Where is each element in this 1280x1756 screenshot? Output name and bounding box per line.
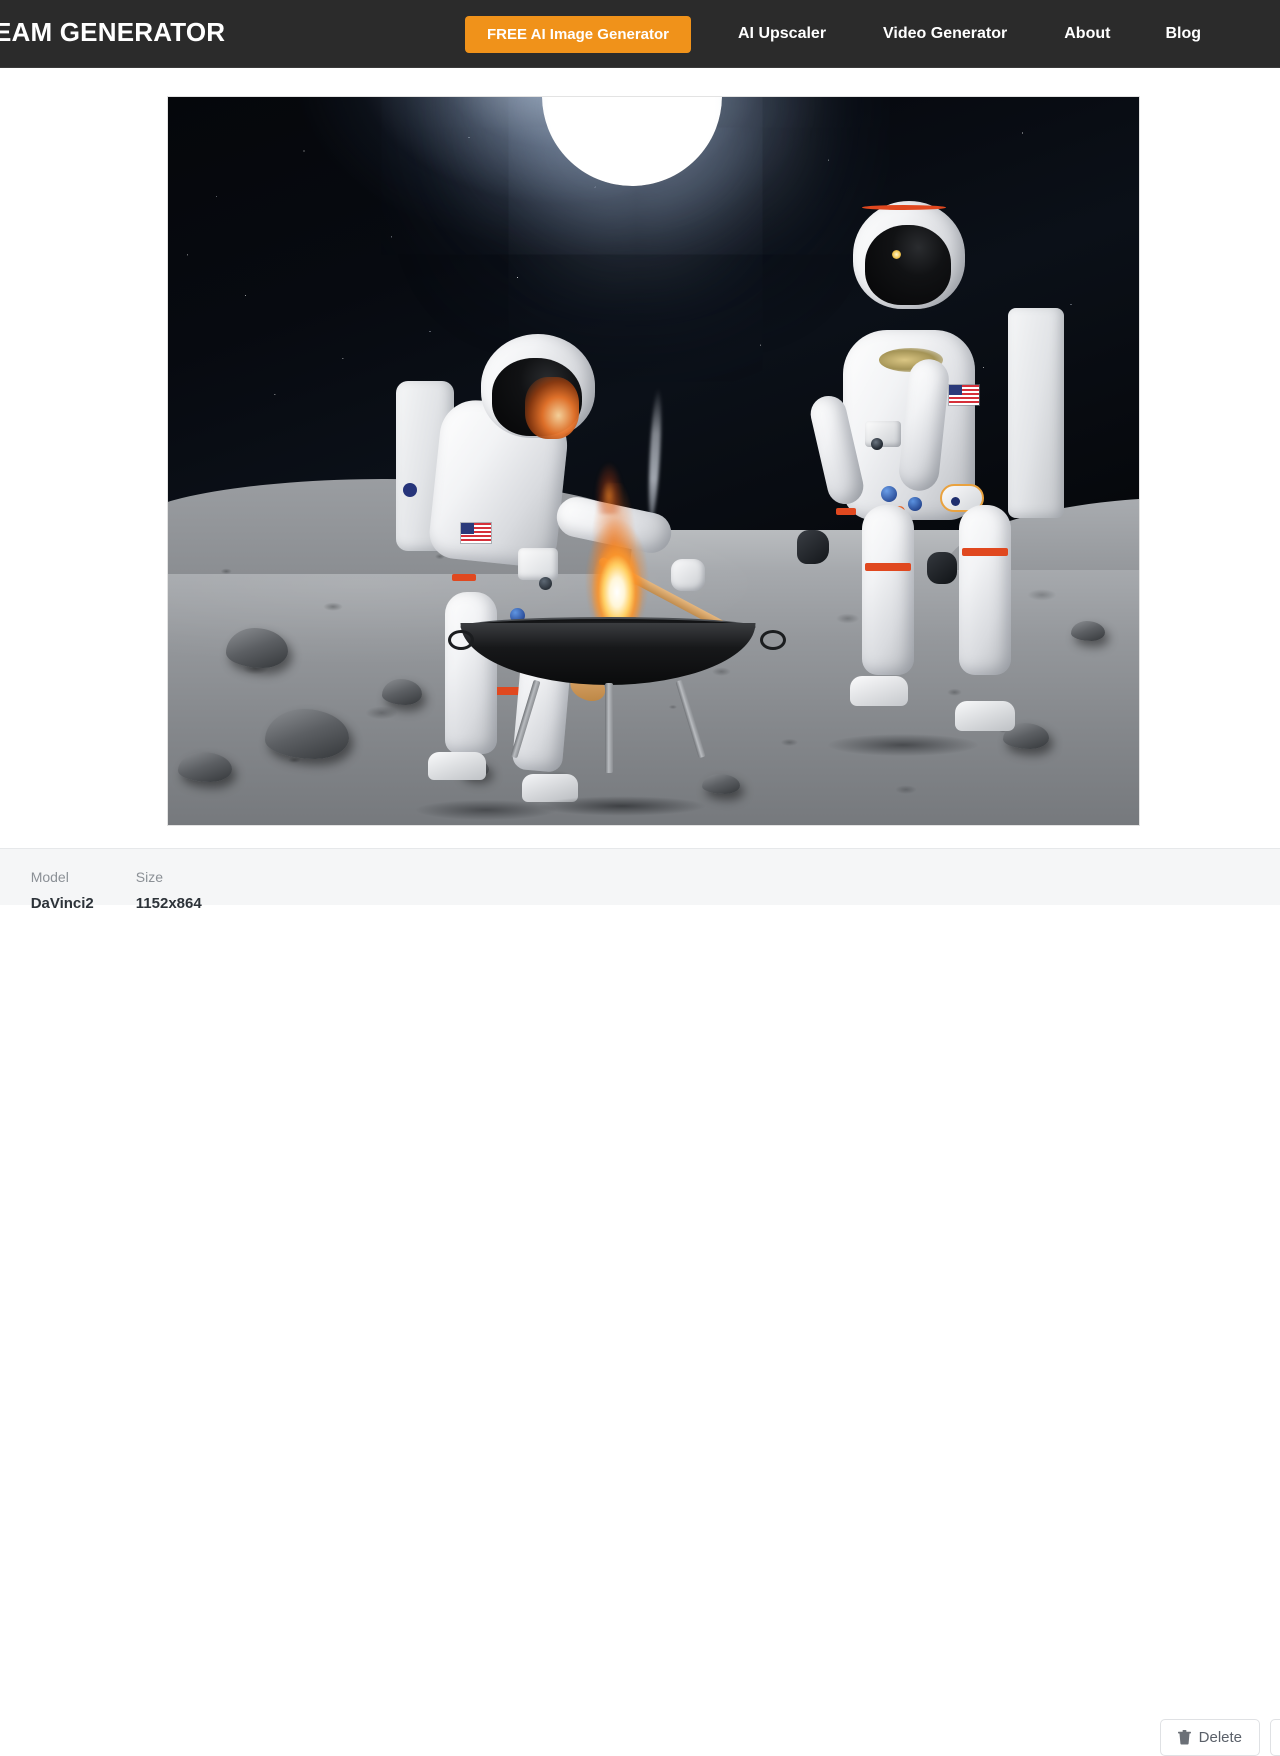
astronaut-right-module-dot-a [950, 497, 960, 507]
astronaut-right-boot-left [849, 675, 908, 706]
brand-logo[interactable]: DREAM GENERATOR [0, 17, 225, 48]
trash-icon [1177, 1730, 1191, 1745]
nav-link-blog[interactable]: Blog [1165, 25, 1201, 43]
flame-core [576, 482, 657, 623]
generated-image-card[interactable] [167, 96, 1140, 826]
astronaut-left-us-flag-patch [461, 522, 492, 543]
boulder [381, 679, 422, 706]
nav-link-video-generator[interactable]: Video Generator [883, 25, 1007, 43]
astronaut-right-leg-stripe-left [865, 562, 912, 571]
secondary-action-button[interactable] [1270, 1719, 1280, 1756]
fire-pit-handle-right [760, 629, 787, 650]
astronaut-right-leg-left [862, 504, 915, 675]
astronaut-right-arm-stripe [836, 508, 857, 516]
astronaut-right-backpack [1007, 308, 1064, 519]
fire-pit-shadow [536, 795, 707, 816]
astronaut-right-visor [865, 225, 952, 306]
astronaut-right-boot-right [954, 701, 1015, 732]
astronaut-left-visor-fire-reflection [525, 377, 580, 440]
boulder [1071, 621, 1106, 642]
image-action-buttons: Delete [1159, 1719, 1280, 1756]
astronaut-right-glove [797, 530, 830, 565]
table-row[interactable]: 25 DaVinci2 1152x864 [0, 895, 244, 912]
column-header-size: Size [135, 869, 164, 885]
cell-model: DaVinci2 [30, 895, 94, 912]
boulder [702, 774, 741, 795]
astronaut-right-shadow [828, 734, 979, 756]
table-header-row: Model Size [0, 869, 244, 895]
boulder [177, 752, 232, 783]
image-meta-table: Model Size 25 DaVinci2 1152x864 [0, 869, 244, 912]
boulder [226, 628, 289, 669]
site-header: DREAM GENERATOR FREE AI Image Generator … [0, 0, 1280, 68]
astronaut-right-leg-stripe-right [962, 548, 1009, 557]
astronaut-right-camera-lens [871, 437, 883, 450]
delete-button[interactable]: Delete [1159, 1719, 1260, 1756]
column-header-id [0, 869, 31, 895]
nav-link-about[interactable]: About [1064, 25, 1110, 43]
astronaut-left-nasa-patch [402, 482, 417, 497]
column-header-model: Model [30, 869, 69, 885]
astronaut-left-arm-stripe [451, 573, 476, 581]
astronaut-left-glove [670, 559, 705, 592]
astronaut-right-helmet-stripe [862, 204, 947, 210]
nav-link-ai-upscaler[interactable]: AI Upscaler [738, 25, 826, 43]
fire-pit-leg-center [604, 683, 613, 774]
delete-button-label: Delete [1198, 1729, 1242, 1746]
astronaut-left-chest-module [517, 548, 558, 581]
astronaut-left-shadow [415, 799, 556, 820]
generated-image[interactable] [168, 97, 1139, 825]
main-navigation: FREE AI Image Generator AI Upscaler Vide… [465, 0, 1201, 68]
astronaut-left-boot-left [428, 752, 487, 781]
free-ai-image-generator-button[interactable]: FREE AI Image Generator [465, 15, 691, 53]
astronaut-right-glove-far [927, 552, 958, 584]
astronaut-left-leg-left [444, 592, 497, 755]
astronaut-right-leg-right [959, 504, 1012, 675]
cell-id: 25 [0, 895, 31, 912]
image-meta-panel: Model Size 25 DaVinci2 1152x864 Delete [0, 848, 1280, 1756]
fire-pit-handle-left [447, 629, 474, 650]
cell-size: 1152x864 [135, 895, 202, 912]
astronaut-right-us-flag-patch [948, 384, 979, 405]
